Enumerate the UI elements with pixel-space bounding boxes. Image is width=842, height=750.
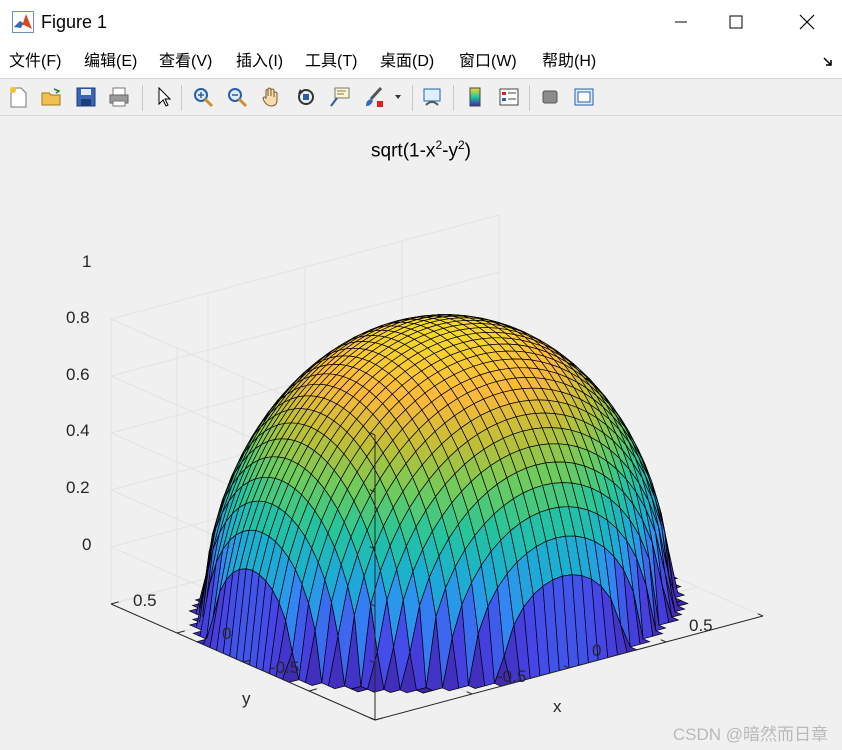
menu-insert[interactable]: 插入(I) xyxy=(236,52,283,72)
close-button[interactable] xyxy=(784,0,830,44)
z-tick-label: 0.2 xyxy=(66,478,90,497)
watermark: CSDN @暗然而日章 xyxy=(672,725,828,744)
pan-button[interactable] xyxy=(258,84,284,110)
title-bar: Figure 1 xyxy=(0,0,842,44)
show-plot-tools-icon xyxy=(574,88,594,106)
menu-help[interactable]: 帮助(H) xyxy=(542,52,596,72)
zoom-in-button[interactable] xyxy=(190,84,216,110)
menu-window[interactable]: 窗口(W) xyxy=(459,52,517,72)
plot-title-sup2: 2 xyxy=(457,138,465,152)
z-tick-label: 0.8 xyxy=(66,308,90,327)
data-cursor-icon xyxy=(330,87,350,107)
maximize-button[interactable] xyxy=(713,0,759,44)
menu-bar: 文件(F) 编辑(E) 查看(V) 插入(I) 工具(T) 桌面(D) 窗口(W… xyxy=(0,44,842,78)
zoom-out-button[interactable] xyxy=(224,84,250,110)
y-tick-mark xyxy=(176,630,185,634)
menu-edit[interactable]: 编辑(E) xyxy=(84,52,137,72)
maximize-icon xyxy=(729,15,743,29)
brush-icon xyxy=(366,86,383,107)
new-figure-button[interactable] xyxy=(5,84,31,110)
x-tick-label: 0 xyxy=(592,641,602,660)
open-file-icon xyxy=(41,88,61,106)
matlab-logo-icon xyxy=(12,11,34,33)
save-icon xyxy=(76,87,96,107)
y-tick-label: -0.5 xyxy=(270,658,300,677)
x-tick-mark xyxy=(757,613,764,617)
plot-title-base: sqrt(1-x xyxy=(371,140,436,162)
surface-plot xyxy=(188,314,689,694)
toolbar-separator xyxy=(453,85,454,111)
print-icon xyxy=(109,87,129,107)
figure-toolbar xyxy=(0,78,842,116)
dock-figure-icon[interactable] xyxy=(822,56,834,68)
y-tick-mark xyxy=(308,688,317,692)
z-tick-label: 1 xyxy=(82,252,92,271)
x-tick-mark xyxy=(466,691,473,695)
minimize-icon xyxy=(675,21,687,23)
edit-plot-button[interactable] xyxy=(151,84,177,110)
new-figure-icon xyxy=(10,87,27,108)
menu-file[interactable]: 文件(F) xyxy=(9,52,61,72)
edit-plot-arrow-icon xyxy=(158,86,172,107)
menu-view[interactable]: 查看(V) xyxy=(159,52,212,72)
menu-tools[interactable]: 工具(T) xyxy=(305,52,357,72)
pan-hand-icon xyxy=(262,87,278,107)
hide-plot-tools-icon xyxy=(542,90,558,104)
show-plot-tools-button[interactable] xyxy=(571,84,597,110)
brush-dropdown-icon xyxy=(395,95,401,99)
link-plot-button[interactable] xyxy=(419,84,445,110)
z-tick-label: 0 xyxy=(82,535,92,554)
y-axis-label: y xyxy=(242,689,251,708)
toolbar-separator xyxy=(142,85,143,111)
plot-title-mid: -y xyxy=(442,140,458,162)
x-tick-label: -0.5 xyxy=(497,667,527,686)
y-tick-label: 0 xyxy=(222,624,232,643)
y-tick-mark xyxy=(374,717,383,721)
zoom-out-icon xyxy=(228,88,248,108)
3d-axes[interactable] xyxy=(0,116,842,750)
x-tick-mark xyxy=(660,639,667,643)
open-file-button[interactable] xyxy=(38,84,64,110)
x-tick-label: 0.5 xyxy=(689,616,713,635)
toolbar-separator xyxy=(181,85,182,111)
y-tick-mark xyxy=(110,601,119,605)
y-tick-label: 0.5 xyxy=(133,591,157,610)
brush-button[interactable] xyxy=(361,84,387,110)
insert-legend-icon xyxy=(499,88,519,106)
hide-plot-tools-button[interactable] xyxy=(537,84,563,110)
minimize-button[interactable] xyxy=(658,0,704,44)
save-button[interactable] xyxy=(73,84,99,110)
x-tick-mark xyxy=(369,717,376,721)
close-icon xyxy=(799,14,815,30)
insert-colorbar-button[interactable] xyxy=(462,84,488,110)
rotate-3d-button[interactable] xyxy=(293,84,319,110)
print-button[interactable] xyxy=(106,84,132,110)
z-tick-label: 0.4 xyxy=(66,421,90,440)
toolbar-separator xyxy=(412,85,413,111)
plot-title-end: ) xyxy=(464,140,471,162)
insert-colorbar-icon xyxy=(469,87,481,107)
zoom-in-icon xyxy=(194,88,214,108)
menu-desktop[interactable]: 桌面(D) xyxy=(380,52,434,72)
data-cursor-button[interactable] xyxy=(327,84,353,110)
insert-legend-button[interactable] xyxy=(496,84,522,110)
plot-title: sqrt(1-x2-y2) xyxy=(0,138,842,162)
brush-dropdown-button[interactable] xyxy=(391,84,405,110)
window-title: Figure 1 xyxy=(41,12,108,32)
rotate-3d-icon xyxy=(298,89,314,105)
toolbar-separator xyxy=(529,85,530,111)
z-tick-label: 0.6 xyxy=(66,365,90,384)
link-plot-icon xyxy=(423,88,441,106)
x-axis-label: x xyxy=(553,697,562,716)
